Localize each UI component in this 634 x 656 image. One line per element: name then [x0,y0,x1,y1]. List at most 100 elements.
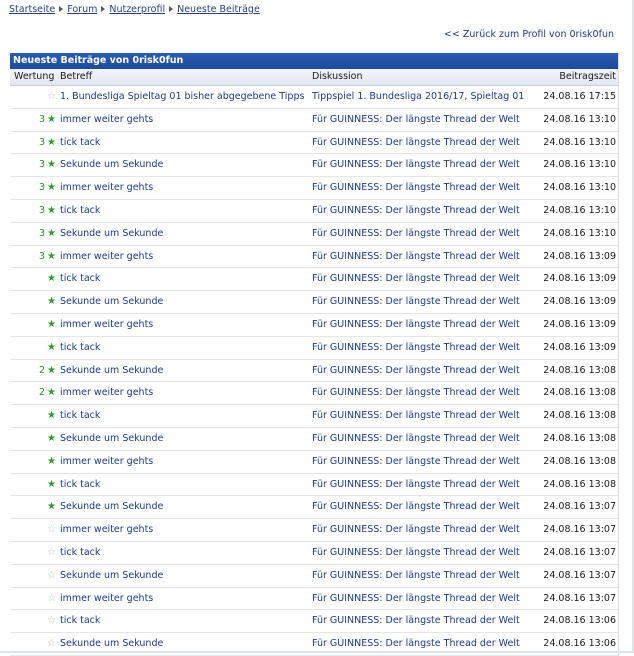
star-filled-icon[interactable]: ★ [47,228,56,239]
latest-posts-panel: Neueste Beiträge von 0risk0fun Wertung B… [10,53,619,656]
discussion-link[interactable]: Für GUINNESS: Der längste Thread der Wel… [312,570,520,581]
star-filled-icon[interactable]: ★ [47,411,56,421]
post-subject-link[interactable]: Sekunde um Sekunde [60,228,163,239]
discussion-link[interactable]: Für GUINNESS: Der längste Thread der Wel… [312,456,520,467]
post-subject-link[interactable]: Sekunde um Sekunde [60,433,163,444]
discussion-link[interactable]: Für GUINNESS: Der längste Thread der Wel… [312,342,520,353]
post-subject-link[interactable]: Sekunde um Sekunde [60,296,163,307]
star-filled-icon[interactable]: ★ [47,479,56,490]
post-subject-link[interactable]: tick tack [60,205,100,216]
post-subject-link[interactable]: immer weiter gehts [60,387,153,398]
star-empty-icon[interactable]: ☆ [47,593,56,604]
star-filled-icon[interactable]: ★ [47,137,56,148]
discussion-link[interactable]: Für GUINNESS: Der längste Thread der Wel… [312,615,520,626]
post-subject-link[interactable]: tick tack [60,410,100,421]
column-header-subject[interactable]: Betreff [60,69,310,85]
star-empty-icon[interactable]: ☆ [47,616,56,626]
star-filled-icon[interactable]: ★ [47,251,56,262]
post-subject-link[interactable]: 1. Bundesliga Spieltag 01 bisher abgegeb… [60,91,304,102]
star-filled-icon[interactable]: ★ [47,114,56,125]
star-empty-icon[interactable]: ☆ [47,639,56,649]
star-filled-icon[interactable]: ★ [47,433,56,444]
discussion-link[interactable]: Für GUINNESS: Der längste Thread der Wel… [312,638,520,649]
discussion-link[interactable]: Für GUINNESS: Der längste Thread der Wel… [312,205,520,216]
post-subject-link[interactable]: immer weiter gehts [60,593,153,604]
rating-cell: 3 ★ [10,200,56,221]
star-filled-icon[interactable]: ★ [47,502,56,512]
star-filled-icon[interactable]: ★ [47,274,56,284]
post-subject-link[interactable]: tick tack [60,273,100,284]
discussion-link[interactable]: Für GUINNESS: Der längste Thread der Wel… [312,479,520,490]
post-subject-link[interactable]: tick tack [60,547,100,558]
column-header-rating[interactable]: Wertung [14,69,56,85]
breadcrumb-neueste-beitraege[interactable]: Neueste Beiträge [177,4,260,15]
discussion-link[interactable]: Für GUINNESS: Der längste Thread der Wel… [312,273,520,284]
post-time: 24.08.16 13:10 [543,159,616,171]
breadcrumb-forum[interactable]: Forum [67,4,97,15]
post-subject-link[interactable]: tick tack [60,479,100,490]
star-empty-icon[interactable]: ☆ [47,570,56,581]
post-subject-link[interactable]: immer weiter gehts [60,251,153,262]
star-filled-icon[interactable]: ★ [47,319,56,330]
back-to-profile-link[interactable]: << Zurück zum Profil von 0risk0fun [444,29,614,40]
post-time: 24.08.16 13:09 [543,250,616,262]
discussion-link[interactable]: Für GUINNESS: Der längste Thread der Wel… [312,296,520,307]
star-filled-icon[interactable]: ★ [47,342,56,353]
discussion-link[interactable]: Für GUINNESS: Der längste Thread der Wel… [312,251,520,262]
rating-cell: ☆ [10,86,56,107]
discussion-link[interactable]: Für GUINNESS: Der längste Thread der Wel… [312,387,520,398]
post-subject-link[interactable]: tick tack [60,342,100,353]
breadcrumb-nutzerprofil[interactable]: Nutzerprofil [109,4,165,15]
star-filled-icon[interactable]: ★ [47,388,56,398]
rating-cell: 2 ★ [10,382,56,403]
post-subject-link[interactable]: immer weiter gehts [60,114,153,125]
rating-cell: ★ [10,405,56,426]
rating-cell: 3 ★ [10,132,56,153]
post-subject-link[interactable]: Sekunde um Sekunde [60,365,163,376]
column-header-time[interactable]: Beitragszeit [526,69,616,85]
post-subject-link[interactable]: tick tack [60,615,100,626]
discussion-link[interactable]: Für GUINNESS: Der längste Thread der Wel… [312,182,520,193]
table-row: ★ Sekunde um Sekunde Für GUINNESS: Der län… [10,496,618,520]
star-filled-icon[interactable]: ★ [47,160,56,170]
star-filled-icon[interactable]: ★ [47,297,56,307]
discussion-link[interactable]: Für GUINNESS: Der längste Thread der Wel… [312,319,520,330]
post-subject-link[interactable]: immer weiter gehts [60,524,153,535]
post-subject-link[interactable]: Sekunde um Sekunde [60,501,163,512]
discussion-link[interactable]: Für GUINNESS: Der längste Thread der Wel… [312,593,520,604]
star-filled-icon[interactable]: ★ [47,205,56,216]
post-time: 24.08.16 13:08 [543,432,616,444]
discussion-link[interactable]: Für GUINNESS: Der längste Thread der Wel… [312,228,520,239]
discussion-link[interactable]: Für GUINNESS: Der längste Thread der Wel… [312,114,520,125]
table-row: ★ Sekunde um Sekunde Für GUINNESS: Der län… [10,291,618,314]
column-header-discussion[interactable]: Diskussion [312,69,534,85]
discussion-link[interactable]: Für GUINNESS: Der längste Thread der Wel… [312,159,520,170]
discussion-link[interactable]: Tippspiel 1. Bundesliga 2016/17, Spielta… [312,91,524,102]
post-time: 24.08.16 13:07 [543,592,616,604]
star-filled-icon[interactable]: ★ [47,365,56,376]
breadcrumb-startseite[interactable]: Startseite [9,4,55,15]
discussion-link[interactable]: Für GUINNESS: Der längste Thread der Wel… [312,410,520,421]
star-empty-icon[interactable]: ☆ [47,92,56,102]
star-filled-icon[interactable]: ★ [47,456,56,467]
post-subject-link[interactable]: Sekunde um Sekunde [60,638,163,649]
post-time: 24.08.16 13:09 [543,341,616,353]
post-subject-link[interactable]: immer weiter gehts [60,182,153,193]
discussion-link[interactable]: Für GUINNESS: Der längste Thread der Wel… [312,524,520,535]
discussion-link[interactable]: Für GUINNESS: Der längste Thread der Wel… [312,433,520,444]
star-empty-icon[interactable]: ☆ [47,525,56,535]
discussion-link[interactable]: Für GUINNESS: Der längste Thread der Wel… [312,365,520,376]
discussion-link[interactable]: Für GUINNESS: Der längste Thread der Wel… [312,547,520,558]
rating-cell: ★ [10,428,56,449]
post-subject-link[interactable]: Sekunde um Sekunde [60,570,163,581]
discussion-link[interactable]: Für GUINNESS: Der längste Thread der Wel… [312,137,520,148]
post-subject-link[interactable]: tick tack [60,137,100,148]
discussion-link[interactable]: Für GUINNESS: Der längste Thread der Wel… [312,501,520,512]
post-subject-link[interactable]: immer weiter gehts [60,456,153,467]
post-subject-link[interactable]: Sekunde um Sekunde [60,159,163,170]
post-subject-link[interactable]: immer weiter gehts [60,319,153,330]
star-filled-icon[interactable]: ★ [47,183,56,193]
star-empty-icon[interactable]: ☆ [47,547,56,558]
table-row: ★ tick tack Für GUINNESS: Der längste Thre… [10,337,618,360]
post-time: 24.08.16 13:08 [543,455,616,467]
